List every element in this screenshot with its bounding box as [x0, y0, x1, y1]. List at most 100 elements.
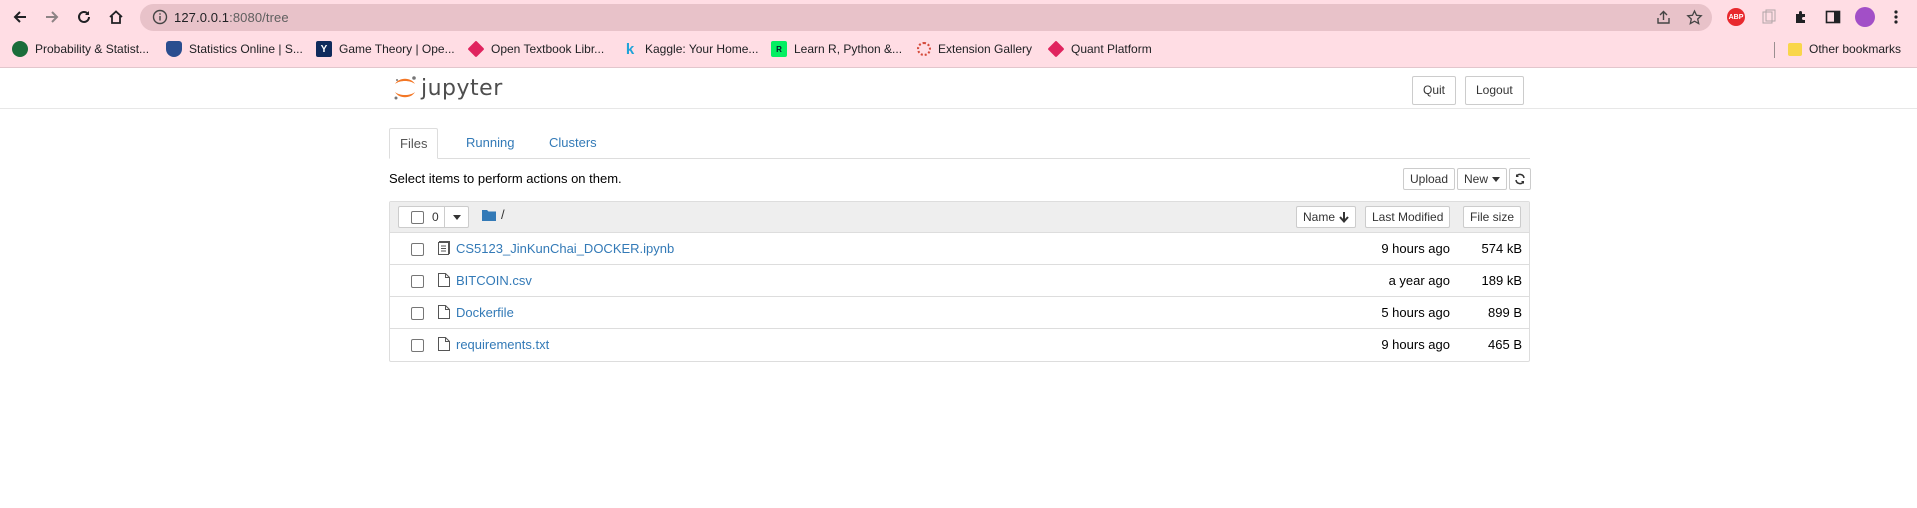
breadcrumb-root[interactable]: / — [501, 207, 505, 222]
table-row[interactable]: BITCOIN.csv a year ago 189 kB — [390, 265, 1529, 297]
select-all-checkbox[interactable] — [411, 210, 424, 224]
browser-chrome: 127.0.0.1:8080/tree ABP Probability & St… — [0, 0, 1917, 68]
notebook-icon — [438, 241, 450, 255]
reload-icon — [78, 10, 90, 23]
arrow-right-icon — [46, 11, 59, 23]
folder-icon — [1788, 42, 1802, 56]
table-row[interactable]: requirements.txt 9 hours ago 465 B — [390, 329, 1529, 361]
profile-button[interactable] — [1855, 7, 1875, 27]
sort-by-name-button[interactable]: Name — [1296, 206, 1357, 228]
sort-by-modified-button[interactable]: Last Modified — [1365, 206, 1451, 228]
bookmark-item[interactable]: Probability & Statist... — [12, 39, 149, 59]
bookmark-item[interactable]: k Kaggle: Your Home... — [622, 39, 759, 59]
logout-button[interactable]: Logout — [1465, 76, 1524, 105]
table-row[interactable]: Dockerfile 5 hours ago 899 B — [390, 297, 1529, 329]
file-size: 899 B — [1488, 305, 1522, 320]
file-name-link[interactable]: requirements.txt — [456, 337, 549, 352]
arrow-down-icon — [1339, 211, 1349, 223]
row-checkbox[interactable] — [411, 243, 424, 256]
reload-button[interactable] — [71, 4, 97, 30]
file-icon — [438, 273, 450, 287]
row-checkbox[interactable] — [411, 307, 424, 320]
file-modified: 5 hours ago — [1381, 305, 1450, 320]
extension-gallery-icon — [917, 42, 931, 56]
extensions-menu[interactable] — [1791, 7, 1811, 27]
table-row[interactable]: CS5123_JinKunChai_DOCKER.ipynb 9 hours a… — [390, 233, 1529, 265]
file-modified: 9 hours ago — [1381, 337, 1450, 352]
sort-by-size-button[interactable]: File size — [1463, 206, 1522, 228]
row-checkbox[interactable] — [411, 339, 424, 352]
file-name-link[interactable]: CS5123_JinKunChai_DOCKER.ipynb — [456, 241, 674, 256]
copy-icon — [1762, 9, 1776, 24]
selected-count: 0 — [432, 210, 439, 224]
adblock-icon: ABP — [1727, 8, 1745, 26]
file-icon — [438, 305, 450, 319]
home-button[interactable] — [103, 4, 129, 30]
caret-down-icon — [1492, 176, 1501, 182]
tab-bar: Files Running Clusters — [389, 128, 1530, 159]
quit-button[interactable]: Quit — [1412, 76, 1457, 105]
select-all-toggle[interactable]: 0 — [399, 207, 445, 227]
shield-icon — [166, 41, 182, 57]
bookmark-separator — [1774, 42, 1775, 58]
datacamp-icon: R — [771, 41, 787, 57]
jupyter-logo[interactable]: jupyter — [392, 73, 503, 103]
file-list: 0 / Name Last Modified File size CS5123_… — [389, 201, 1530, 362]
more-vertical-icon — [1894, 10, 1898, 24]
star-icon[interactable] — [1686, 9, 1703, 26]
file-size: 189 kB — [1481, 273, 1522, 288]
side-panel-button[interactable] — [1823, 7, 1843, 27]
tab-files[interactable]: Files — [389, 128, 439, 159]
forward-button[interactable] — [39, 4, 65, 30]
browser-menu-button[interactable] — [1886, 7, 1906, 27]
bookmarks-bar: Probability & Statist... Statistics Onli… — [0, 36, 1917, 62]
breadcrumb: / — [482, 207, 505, 222]
caret-down-icon — [452, 214, 461, 220]
address-bar[interactable]: 127.0.0.1:8080/tree — [140, 4, 1712, 31]
bookmark-item[interactable]: Y Game Theory | Ope... — [316, 39, 455, 59]
folder-icon[interactable] — [482, 209, 496, 221]
upload-button[interactable]: Upload — [1403, 168, 1456, 190]
file-modified: a year ago — [1388, 273, 1450, 288]
refresh-icon — [1515, 173, 1525, 185]
file-name-link[interactable]: Dockerfile — [456, 305, 514, 320]
avatar — [1855, 7, 1875, 27]
bookmark-item[interactable]: Statistics Online | S... — [166, 39, 303, 59]
refresh-button[interactable] — [1509, 168, 1531, 190]
back-button[interactable] — [7, 4, 33, 30]
adblock-extension[interactable]: ABP — [1726, 7, 1746, 27]
arrow-left-icon — [13, 11, 26, 23]
share-icon[interactable] — [1655, 9, 1672, 26]
tab-running[interactable]: Running — [456, 128, 524, 159]
select-all-group: 0 — [398, 206, 469, 228]
side-panel-icon — [1825, 10, 1841, 24]
info-icon[interactable] — [152, 9, 168, 25]
new-button[interactable]: New — [1457, 168, 1508, 190]
bookmark-item[interactable]: Open Textbook Libr... — [467, 39, 604, 59]
quant-icon — [1047, 40, 1065, 58]
file-list-header: 0 / Name Last Modified File size — [390, 202, 1529, 233]
jupyter-header: jupyter Quit Logout — [0, 69, 1917, 109]
bookmark-item[interactable]: R Learn R, Python &... — [771, 39, 902, 59]
browser-toolbar: 127.0.0.1:8080/tree ABP — [0, 0, 1917, 34]
file-size: 574 kB — [1481, 241, 1522, 256]
bookmark-item[interactable]: Extension Gallery — [917, 39, 1032, 59]
bookmark-item[interactable]: Quant Platform — [1047, 39, 1152, 59]
selection-dropdown[interactable] — [445, 207, 468, 227]
other-bookmarks[interactable]: Other bookmarks — [1788, 39, 1901, 59]
globe-icon — [12, 41, 28, 57]
extension-button[interactable] — [1759, 7, 1779, 27]
file-size: 465 B — [1488, 337, 1522, 352]
file-icon — [438, 337, 450, 351]
yale-icon: Y — [316, 41, 332, 57]
tab-clusters[interactable]: Clusters — [539, 128, 607, 159]
selection-notice: Select items to perform actions on them. — [389, 171, 622, 186]
url-text: 127.0.0.1:8080/tree — [174, 10, 289, 25]
row-checkbox[interactable] — [411, 275, 424, 288]
jupyter-logo-icon — [394, 76, 416, 100]
file-modified: 9 hours ago — [1381, 241, 1450, 256]
kaggle-icon: k — [625, 40, 635, 58]
puzzle-icon — [1796, 11, 1805, 23]
file-name-link[interactable]: BITCOIN.csv — [456, 273, 532, 288]
otl-icon — [467, 40, 485, 58]
